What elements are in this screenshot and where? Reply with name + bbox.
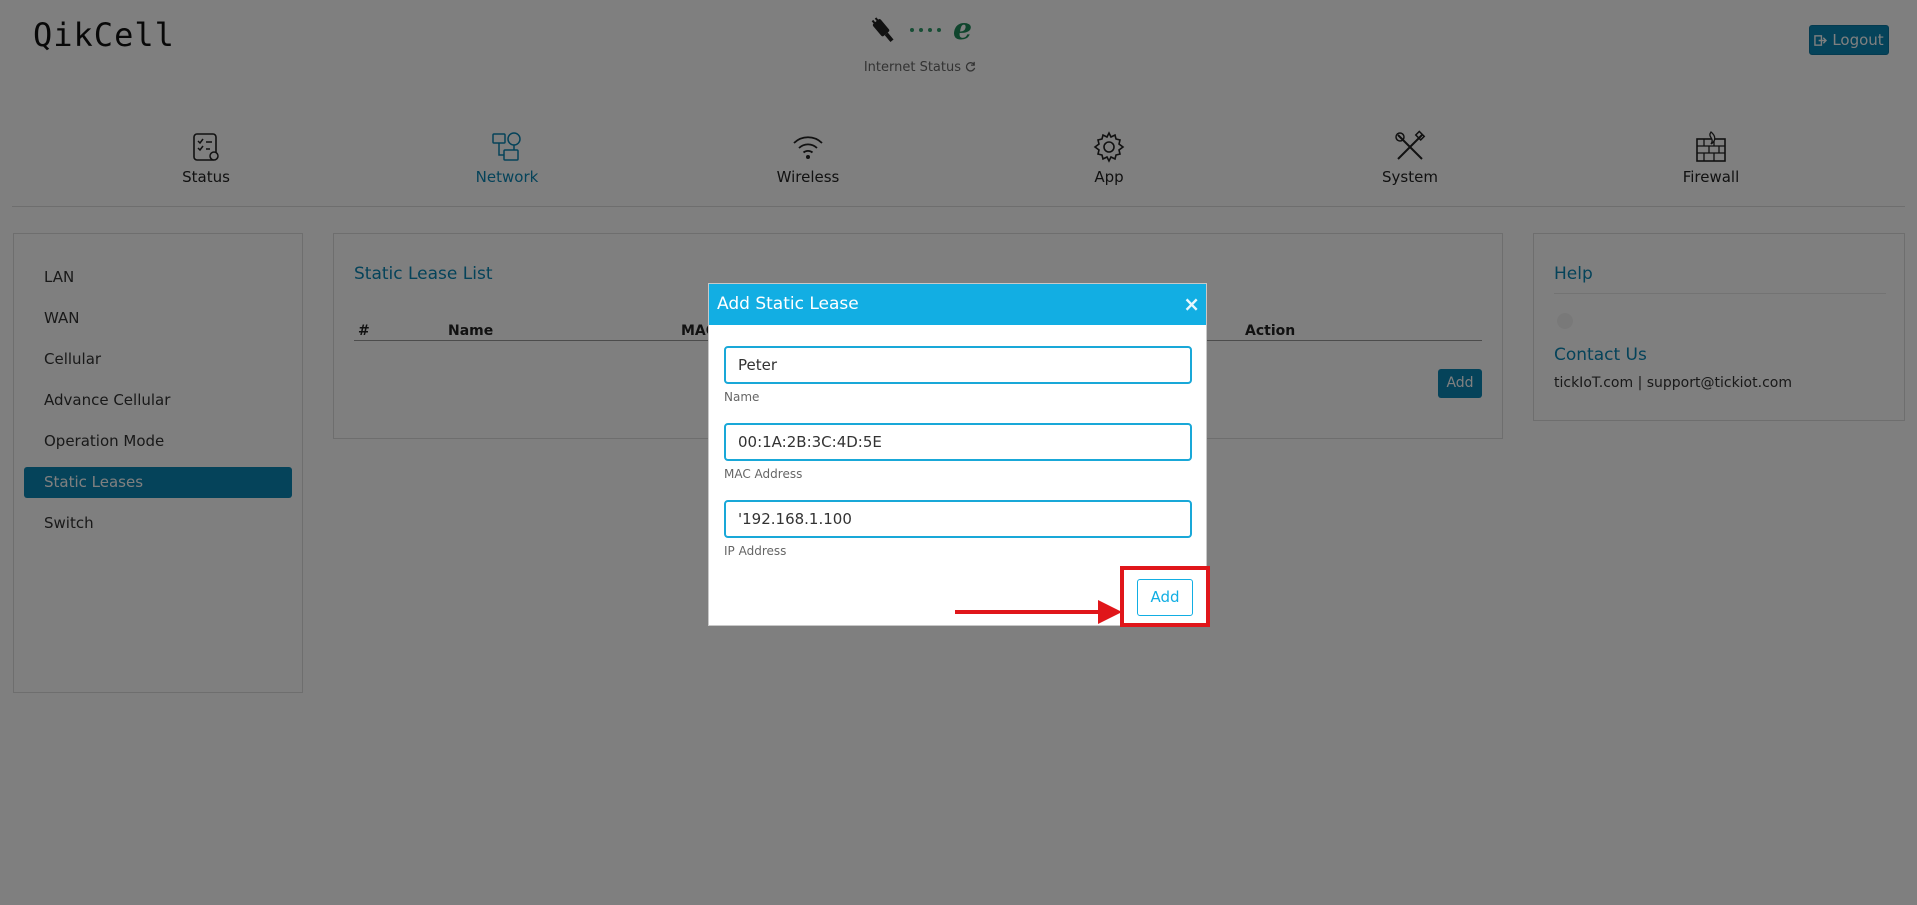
mac-address-label: MAC Address	[724, 467, 803, 481]
dialog-title: Add Static Lease	[717, 294, 859, 314]
name-input[interactable]	[724, 346, 1192, 384]
dialog-header: Add Static Lease ×	[709, 284, 1206, 325]
highlight-box	[1120, 566, 1210, 627]
name-label: Name	[724, 390, 760, 404]
ip-address-label: IP Address	[724, 544, 787, 558]
mac-address-input[interactable]	[724, 423, 1192, 461]
close-icon[interactable]: ×	[1183, 284, 1200, 324]
arrow-right-icon	[1098, 600, 1122, 624]
annotation-arrow-line	[955, 610, 1105, 614]
ip-address-input[interactable]	[724, 500, 1192, 538]
